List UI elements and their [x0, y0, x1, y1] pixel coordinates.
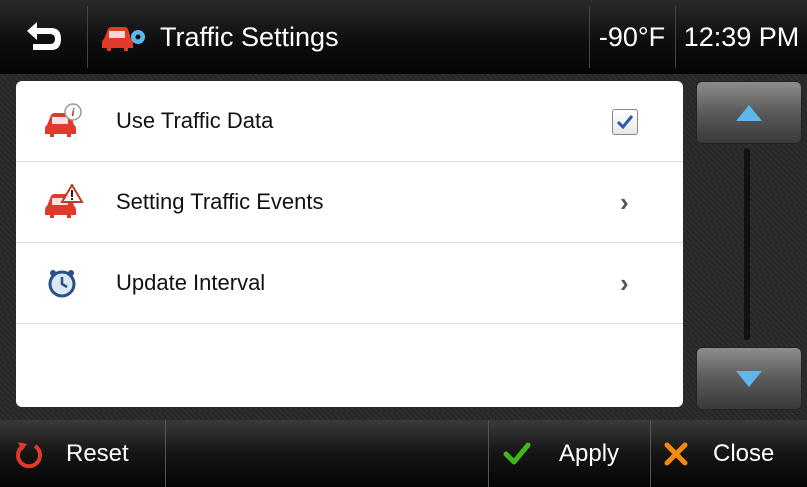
- list-item-update-interval[interactable]: Update Interval ›: [16, 243, 683, 324]
- chevron-right-icon: ›: [620, 186, 629, 217]
- use-traffic-data-checkbox[interactable]: [612, 109, 638, 135]
- back-arrow-icon: [27, 22, 61, 50]
- clock-icon: [48, 270, 76, 298]
- settings-list: i Use Traffic Data Setting Traffic Event…: [16, 81, 683, 407]
- traffic-settings-icon: [102, 27, 145, 51]
- page-title: Traffic Settings: [160, 21, 339, 52]
- list-item-use-traffic-data[interactable]: i Use Traffic Data: [16, 81, 683, 162]
- list-item-label: Use Traffic Data: [116, 108, 274, 133]
- title-bar: Traffic Settings -90°F 12:39 PM: [0, 0, 807, 74]
- scroll-up-button[interactable]: [696, 81, 802, 144]
- close-button[interactable]: Close: [651, 420, 807, 487]
- list-item-label: Update Interval: [116, 270, 266, 295]
- traffic-info-icon: i: [45, 103, 82, 137]
- close-label: Close: [713, 439, 775, 467]
- reset-icon: [16, 441, 42, 468]
- close-icon: [664, 442, 688, 465]
- reset-button[interactable]: Reset: [0, 420, 165, 487]
- clock-readout: 12:39 PM: [683, 21, 800, 52]
- header-divider: [87, 6, 88, 68]
- bottom-toolbar: Reset Apply Close: [0, 420, 807, 487]
- list-item-setting-traffic-events[interactable]: Setting Traffic Events ›: [16, 162, 683, 243]
- reset-label: Reset: [66, 439, 129, 467]
- toolbar-divider: [165, 420, 166, 487]
- back-button[interactable]: [0, 0, 86, 74]
- triangle-up-icon: [736, 104, 762, 121]
- apply-label: Apply: [559, 439, 620, 467]
- temperature-readout: -90°F: [598, 21, 666, 52]
- scroll-down-button[interactable]: [696, 347, 802, 410]
- scrollbar-track[interactable]: [744, 148, 750, 340]
- checkmark-icon: [616, 115, 634, 130]
- check-icon: [503, 442, 531, 464]
- apply-button[interactable]: Apply: [489, 420, 649, 487]
- chevron-right-icon: ›: [620, 267, 629, 298]
- list-item-label: Setting Traffic Events: [116, 189, 324, 214]
- traffic-warning-icon: [45, 184, 84, 218]
- triangle-down-icon: [736, 370, 762, 387]
